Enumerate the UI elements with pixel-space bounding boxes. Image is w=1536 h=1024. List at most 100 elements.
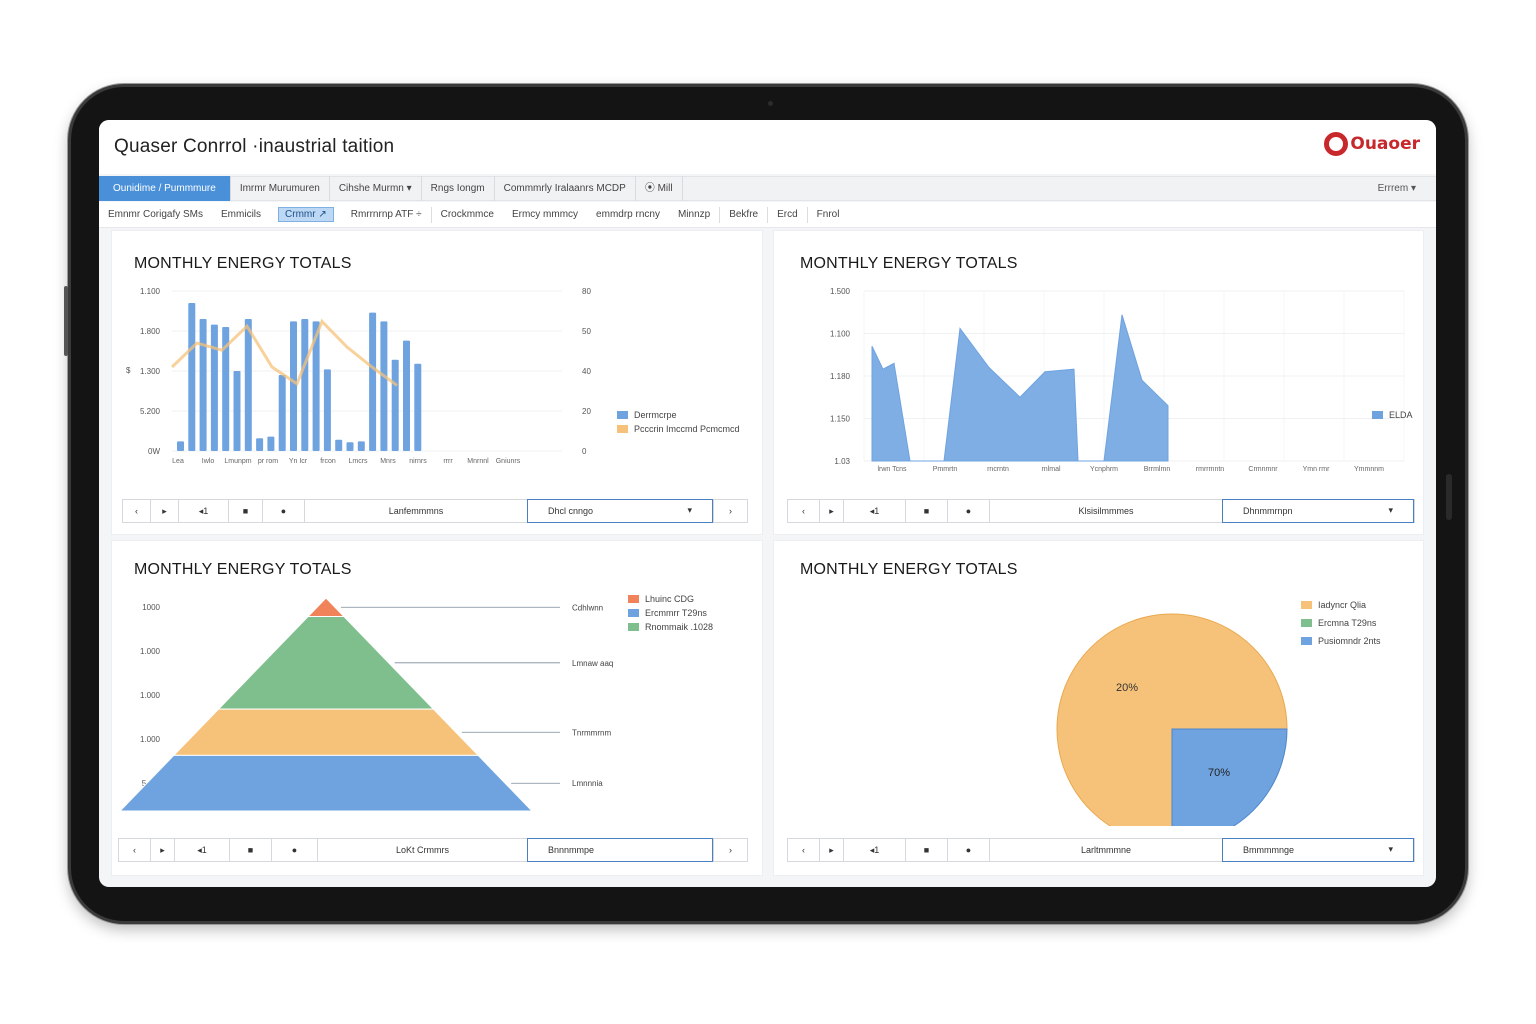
x-tick-label: Ymmnnm (1354, 466, 1384, 473)
brand-logo[interactable]: Ouaoer (1324, 132, 1420, 156)
user-menu[interactable]: Errrem ▾ (1378, 183, 1436, 194)
stop-icon[interactable]: ■ (229, 500, 263, 522)
stop-icon[interactable]: ■ (230, 839, 272, 861)
x-tick-label: Mnrnnl (467, 458, 489, 465)
chevron-left-icon[interactable]: ‹ (123, 500, 151, 522)
play-icon[interactable]: ▸ (820, 500, 844, 522)
pyramid-level (118, 754, 534, 812)
y-tick-label: 1.100 (140, 287, 161, 296)
x-tick-label: rncrntn (987, 466, 1009, 473)
nav-item-dashboard[interactable]: Ounidime / Pummmure (99, 176, 231, 201)
legend-item: ELDA (1372, 409, 1413, 421)
volume-button (64, 286, 68, 356)
stop-icon[interactable]: ■ (906, 839, 948, 861)
chevron-left-icon[interactable]: ‹ (788, 839, 820, 861)
chevron-left-icon[interactable]: ‹ (119, 839, 151, 861)
step-icon[interactable]: ◂1 (844, 839, 906, 861)
legend-label: Pusiomndr 2nts (1318, 636, 1381, 646)
toolbar-label[interactable]: Larltmmmne (990, 845, 1222, 855)
y-tick-label: 1.150 (830, 415, 851, 424)
range-select[interactable]: Bmmmmnge ▾ (1222, 837, 1414, 862)
subnav-item-7[interactable]: emmdrp rncny (587, 209, 669, 220)
x-tick-label: Iwlo (202, 458, 215, 465)
slice-label: 20% (1116, 682, 1138, 694)
x-tick-label: Ymn rmr (1303, 466, 1331, 473)
playback-toolbar: ‹ ▸ ◂1 ■ ● LoKt Crmmrs Bnnnmmpe › (118, 837, 748, 862)
y-tick-label: 1.000 (140, 691, 161, 700)
chevron-right-icon[interactable]: › (713, 500, 747, 522)
subnav-item-11[interactable]: Fnrol (808, 209, 849, 220)
record-icon[interactable]: ● (263, 500, 305, 522)
play-icon[interactable]: ▸ (151, 500, 179, 522)
panel-title: MONTHLY ENERGY TOTALS (800, 561, 1018, 578)
nav-item-5[interactable]: Commmrly Iralaanrs MCDP (495, 176, 636, 201)
legend-label: ELDA (1389, 410, 1413, 420)
playback-toolbar: ‹ ▸ ◂1 ■ ● Klsisilmmmes Dhnmmrnpn ▾ (787, 498, 1415, 523)
nav-item-6[interactable]: ⦿ Mill (636, 176, 683, 201)
select-value: Dhnmmrnpn (1243, 505, 1293, 516)
bar (391, 359, 399, 451)
play-icon[interactable]: ▸ (820, 839, 844, 861)
range-select[interactable]: Dhcl cnngo ▾ (527, 498, 713, 523)
subnav-item-9[interactable]: Bekfre (720, 209, 767, 220)
subnav-item-4[interactable]: Rmrrnrnp ATF ÷ (342, 209, 431, 220)
logo-mark-icon (1324, 132, 1349, 156)
select-value: Bnnnmmpe (548, 844, 595, 855)
nav-item-3[interactable]: Cihshe Murmn ▾ (330, 176, 422, 201)
subnav-item-8[interactable]: Minnzp (669, 209, 719, 220)
toolbar-label[interactable]: LoKt Crmmrs (318, 845, 527, 855)
toolbar-label[interactable]: Lanfemmmns (305, 506, 527, 516)
legend-item: Lhuinc CDG (628, 593, 713, 605)
bar (369, 312, 377, 451)
y2-tick-label: 0 (582, 447, 587, 456)
y-tick-label: 1.000 (140, 647, 161, 656)
y-tick-label: 0W (148, 447, 160, 456)
panel-title: MONTHLY ENERGY TOTALS (134, 255, 352, 272)
panel-pie-chart: MONTHLY ENERGY TOTALS 20% 70% Iadyncr Qli… (773, 540, 1424, 876)
legend-swatch (1301, 601, 1312, 609)
legend-swatch (1372, 411, 1383, 419)
primary-nav: Ounidime / Pummmure Imrmr Murumuren Cihs… (99, 176, 1436, 201)
step-icon[interactable]: ◂1 (175, 839, 230, 861)
legend-swatch (1301, 637, 1312, 645)
step-icon[interactable]: ◂1 (179, 500, 229, 522)
subnav-item-active[interactable]: Crmmr ↗ (278, 207, 334, 222)
x-tick-label: rmrrmntn (1196, 466, 1224, 473)
record-icon[interactable]: ● (272, 839, 318, 861)
y2-tick-label: 40 (582, 367, 591, 376)
legend-item: Pcccrin Imccmd Pcmcmcd (617, 423, 740, 435)
legend-item: Rnommaik .1028 (628, 621, 713, 633)
screen: Quaser Conrrol ·inaustrial taition Ouaoe… (99, 120, 1436, 887)
bar (188, 303, 196, 451)
stop-icon[interactable]: ■ (906, 500, 948, 522)
bar (301, 319, 309, 451)
play-icon[interactable]: ▸ (151, 839, 175, 861)
nav-item-2[interactable]: Imrmr Murumuren (231, 176, 330, 201)
chevron-right-icon[interactable]: › (713, 839, 747, 861)
subnav-item-10[interactable]: Ercd (768, 209, 807, 220)
legend-item: Ercmmrr T29ns (628, 607, 713, 619)
callout-label: Lmnnnia (572, 779, 603, 788)
y-axis-label: $ (126, 366, 131, 375)
step-icon[interactable]: ◂1 (844, 500, 906, 522)
record-icon[interactable]: ● (948, 839, 990, 861)
subnav-item-2[interactable]: Emmicils (212, 209, 270, 220)
bar (335, 439, 343, 451)
subnav-item-6[interactable]: Ermcy mmmcy (503, 209, 587, 220)
app-title: Quaser Conrrol ·inaustrial taition (114, 136, 395, 157)
nav-item-4[interactable]: Rngs Iongm (422, 176, 495, 201)
bar (199, 319, 207, 451)
record-icon[interactable]: ● (948, 500, 990, 522)
subnav-item-5[interactable]: Crockmmce (432, 209, 503, 220)
select-value: Bmmmmnge (1243, 844, 1295, 855)
y-tick-label: 5.200 (140, 407, 161, 416)
slice-label: 70% (1208, 767, 1230, 779)
playback-toolbar: ‹ ▸ ◂1 ■ ● Larltmmmne Bmmmmnge ▾ (787, 837, 1415, 862)
range-select[interactable]: Bnnnmmpe (527, 837, 713, 862)
range-select[interactable]: Dhnmmrnpn ▾ (1222, 498, 1414, 523)
chevron-left-icon[interactable]: ‹ (788, 500, 820, 522)
bar (357, 441, 365, 451)
toolbar-label[interactable]: Klsisilmmmes (990, 506, 1222, 516)
subnav-item-1[interactable]: Emnmr Corigafy SMs (99, 209, 212, 220)
legend-swatch (628, 623, 639, 631)
